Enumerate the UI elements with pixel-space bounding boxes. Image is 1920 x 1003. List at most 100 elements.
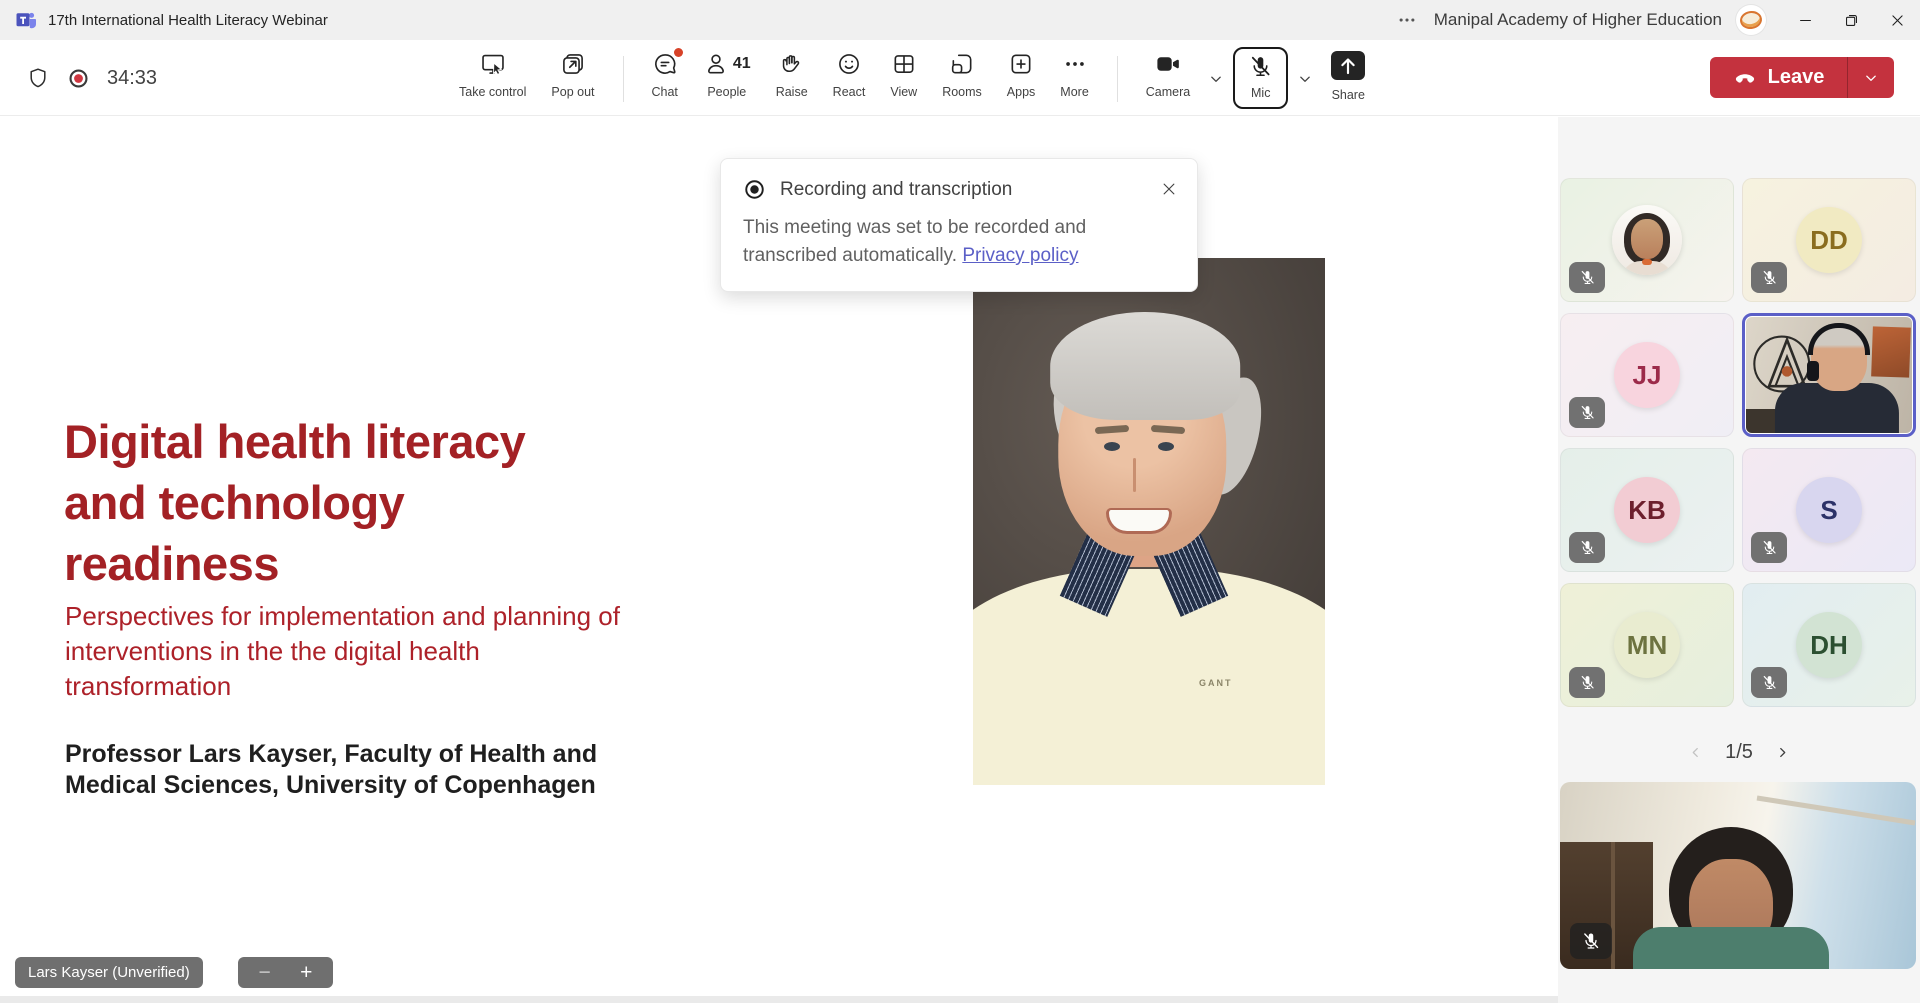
people-icon	[703, 51, 729, 77]
notification-body: This meeting was set to be recorded and …	[743, 214, 1167, 270]
participant-tile[interactable]: DD	[1742, 178, 1916, 302]
security-shield-icon	[26, 66, 50, 90]
smiley-icon	[836, 51, 862, 77]
participant-tile[interactable]: JJ	[1560, 313, 1734, 437]
participant-grid: DD JJ KB S MN	[1560, 178, 1916, 707]
mic-button[interactable]: Mic	[1233, 47, 1288, 109]
org-logo-emblem	[1739, 10, 1763, 31]
sweater-brand-label: GANT	[1199, 678, 1233, 688]
window-titlebar: 17th International Health Literacy Webin…	[0, 0, 1920, 40]
portrait-sweater	[973, 569, 1325, 785]
mic-muted-icon	[1579, 539, 1596, 556]
camera-button[interactable]: Camera	[1137, 46, 1199, 99]
active-speaker-video-tile[interactable]	[1742, 313, 1916, 437]
share-button[interactable]: Share	[1322, 46, 1374, 102]
camera-icon	[1155, 51, 1181, 77]
toolbar-divider	[623, 56, 624, 102]
camera-options-chevron-icon[interactable]	[1206, 69, 1226, 89]
phone-hangup-icon	[1733, 66, 1757, 90]
chat-button[interactable]: Chat	[643, 46, 687, 99]
portrait-hair	[1050, 312, 1240, 420]
teams-logo-icon	[14, 8, 38, 32]
stage-bottom-edge	[0, 996, 1558, 1003]
leave-options-button[interactable]	[1848, 57, 1894, 98]
speaker-video	[1746, 317, 1912, 433]
more-ellipsis-icon	[1062, 51, 1088, 77]
view-button[interactable]: View	[881, 46, 926, 99]
window-title: 17th International Health Literacy Webin…	[48, 12, 328, 29]
avatar-initials: JJ	[1614, 342, 1680, 408]
close-button[interactable]	[1874, 0, 1920, 40]
pager-next-icon[interactable]	[1773, 743, 1792, 762]
take-control-button[interactable]: Take control	[450, 46, 535, 99]
participants-sidebar: DD JJ KB S MN	[1558, 117, 1920, 1003]
raise-hand-icon	[779, 51, 805, 77]
avatar-initials: S	[1796, 477, 1862, 543]
mic-muted-icon	[1581, 931, 1601, 951]
restore-button[interactable]	[1828, 0, 1874, 40]
more-button[interactable]: More	[1051, 46, 1097, 99]
titlebar-overflow-menu-icon[interactable]	[1396, 9, 1418, 31]
apps-button[interactable]: Apps	[998, 46, 1045, 99]
participant-tile[interactable]: KB	[1560, 448, 1734, 572]
participant-tile[interactable]: S	[1742, 448, 1916, 572]
view-grid-icon	[891, 51, 917, 77]
close-icon	[1889, 12, 1906, 29]
notification-close-button[interactable]	[1155, 175, 1183, 203]
breakout-rooms-icon	[949, 51, 975, 77]
recording-indicator-icon	[67, 67, 90, 90]
slide-subtitle: Perspectives for implementation and plan…	[65, 599, 620, 704]
privacy-policy-link[interactable]: Privacy policy	[962, 245, 1078, 266]
react-button[interactable]: React	[824, 46, 875, 99]
zoom-in-button[interactable]: +	[291, 962, 321, 983]
pop-out-icon	[560, 51, 586, 77]
close-icon	[1160, 180, 1178, 198]
avatar-initials: KB	[1614, 477, 1680, 543]
minimize-button[interactable]	[1782, 0, 1828, 40]
share-up-arrow-icon	[1331, 51, 1365, 80]
meeting-timer: 34:33	[107, 67, 157, 90]
pop-out-button[interactable]: Pop out	[542, 46, 603, 99]
minimize-icon	[1797, 12, 1814, 29]
mic-muted-icon	[1248, 54, 1273, 79]
raise-hand-button[interactable]: Raise	[767, 46, 817, 99]
record-icon	[743, 178, 766, 201]
people-button[interactable]: 41 People	[694, 46, 760, 99]
leave-button[interactable]: Leave	[1710, 57, 1847, 98]
self-view-video-tile[interactable]	[1560, 782, 1916, 969]
mic-muted-icon	[1579, 404, 1596, 421]
notification-title: Recording and transcription	[780, 179, 1012, 201]
mic-muted-badge	[1570, 923, 1612, 959]
apps-plus-icon	[1008, 51, 1034, 77]
participant-tile[interactable]: MN	[1560, 583, 1734, 707]
wall-art-painting	[1871, 326, 1911, 377]
mic-muted-badge	[1569, 667, 1605, 698]
zoom-controls: − +	[238, 957, 333, 988]
people-count-badge: 41	[733, 55, 751, 73]
mic-muted-icon	[1761, 674, 1778, 691]
mic-muted-icon	[1579, 269, 1596, 286]
mic-muted-badge	[1569, 397, 1605, 428]
chat-notification-dot	[674, 48, 683, 57]
avatar-initials: DD	[1796, 207, 1862, 273]
slide-author: Professor Lars Kayser, Faculty of Health…	[65, 739, 597, 801]
toolbar-divider	[1117, 56, 1118, 102]
mic-muted-icon	[1761, 269, 1778, 286]
speaker-portrait-photo: GANT	[973, 258, 1325, 785]
org-logo-avatar[interactable]	[1736, 5, 1766, 35]
participant-tile-photo[interactable]	[1560, 178, 1734, 302]
presenter-name-label: Lars Kayser (Unverified)	[15, 957, 203, 988]
mic-muted-badge	[1569, 532, 1605, 563]
monitor-cursor-icon	[480, 51, 506, 77]
zoom-out-button[interactable]: −	[250, 962, 280, 983]
mic-muted-icon	[1579, 674, 1596, 691]
pager-label: 1/5	[1725, 741, 1753, 764]
avatar-initials: MN	[1614, 612, 1680, 678]
pager-previous-icon[interactable]	[1686, 743, 1705, 762]
mic-options-chevron-icon[interactable]	[1295, 69, 1315, 89]
rooms-button[interactable]: Rooms	[933, 46, 991, 99]
participant-tile[interactable]: DH	[1742, 583, 1916, 707]
chevron-down-icon	[1861, 68, 1881, 88]
mic-muted-badge	[1751, 532, 1787, 563]
leave-button-group: Leave	[1710, 57, 1894, 98]
